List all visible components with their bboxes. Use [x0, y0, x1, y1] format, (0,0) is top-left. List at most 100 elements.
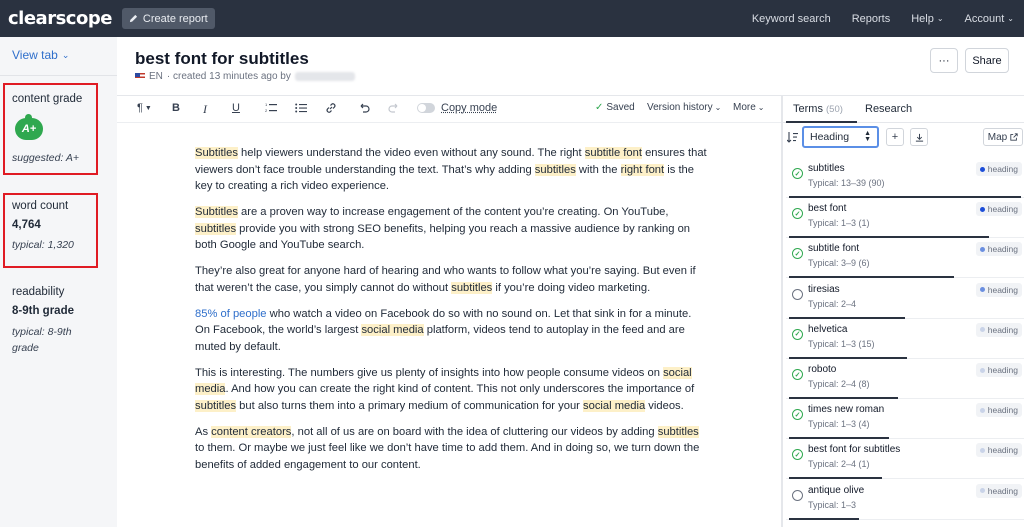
term-row[interactable]: ✓ subtitle font Typical: 3–9 (6) heading: [786, 238, 1024, 279]
highlighted-term: subtitles: [534, 163, 576, 176]
view-tab-label: View tab: [12, 48, 58, 62]
term-name: subtitle font: [808, 243, 860, 255]
highlighted-term: right font: [620, 163, 665, 176]
term-row[interactable]: antique olive Typical: 1–3 heading: [786, 480, 1024, 520]
sort-button[interactable]: [786, 130, 798, 148]
paragraph[interactable]: Subtitles help viewers understand the vi…: [195, 145, 707, 195]
term-name: subtitles: [808, 163, 845, 174]
text-run: but also turns them into a primary mediu…: [236, 399, 584, 412]
copy-mode-switch[interactable]: [417, 103, 435, 113]
tag-label: heading: [987, 244, 1018, 255]
tag-label: heading: [987, 485, 1018, 496]
text-run: As: [195, 425, 212, 438]
view-tab-toggle[interactable]: View tab ⌄: [12, 48, 69, 62]
readability-typical-line1: typical: 8-9th: [12, 326, 72, 338]
term-row[interactable]: ✓ helvetica Typical: 1–3 (15) heading: [786, 319, 1024, 359]
redo-icon: [388, 103, 398, 113]
sort-by-select[interactable]: Heading ▲ ▼: [802, 126, 879, 148]
saved-label: Saved: [606, 102, 635, 113]
paragraph[interactable]: Subtitles are a proven way to increase e…: [195, 204, 707, 254]
copy-mode-toggle[interactable]: Copy mode: [417, 102, 497, 114]
bullet-list-button[interactable]: [295, 102, 307, 114]
version-history-label: Version history: [647, 102, 713, 113]
link-button[interactable]: [325, 102, 337, 114]
term-row[interactable]: ✓ subtitles Typical: 13–39 (90) heading: [786, 158, 1024, 198]
empty-circle-icon: [792, 489, 803, 501]
tag-dot-icon: [979, 327, 985, 333]
tag-dot-icon: [979, 488, 985, 494]
tab-terms[interactable]: Terms (50): [793, 103, 843, 115]
term-tag: heading: [975, 322, 1022, 337]
ordered-list-icon: 12: [265, 102, 277, 113]
term-row[interactable]: tiresias Typical: 2–4 heading: [786, 279, 1024, 319]
paragraph[interactable]: This is interesting. The numbers give us…: [195, 365, 707, 415]
term-row[interactable]: ✓ best font for subtitles Typical: 2–4 (1)…: [786, 439, 1024, 480]
paragraph[interactable]: They’re also great for anyone hard of he…: [195, 263, 707, 296]
term-name: roboto: [808, 364, 837, 375]
nav-keyword-search[interactable]: Keyword search: [752, 13, 831, 25]
more-dropdown[interactable]: More ⌄: [733, 102, 765, 113]
inline-link[interactable]: 85% of people: [195, 308, 267, 320]
italic-button[interactable]: I: [203, 102, 207, 117]
nav-reports[interactable]: Reports: [852, 13, 891, 25]
paragraph-style-dropdown[interactable]: ¶ ▼: [137, 102, 152, 114]
document-title[interactable]: best font for subtitles: [135, 49, 309, 69]
highlighted-term: subtitles: [195, 399, 237, 412]
check-circle-icon: ✓: [792, 369, 803, 380]
highlighted-term: content creators: [211, 425, 292, 438]
metrics-sidebar: View tab ⌄ content grade A+ suggested: A…: [0, 37, 117, 527]
tab-terms-count: (50): [826, 104, 843, 115]
highlighted-term: subtitle font: [584, 147, 642, 159]
nav-account[interactable]: Account ⌄: [965, 13, 1014, 25]
term-typical: Typical: 13–39 (90): [808, 178, 885, 188]
document-header: best font for subtitles EN · created 13 …: [117, 37, 1024, 96]
document-body[interactable]: Subtitles help viewers understand the vi…: [195, 145, 707, 483]
text-run: provide you with strong SEO benefits, he…: [195, 222, 691, 252]
term-row[interactable]: ✓ best font Typical: 1–3 (1) heading: [786, 198, 1024, 239]
term-tag: heading: [975, 443, 1022, 458]
nav-help[interactable]: Help ⌄: [911, 13, 943, 25]
create-report-button[interactable]: Create report: [121, 8, 215, 29]
text-run: This is interesting. The numbers give us…: [195, 366, 664, 379]
tab-research[interactable]: Research: [865, 103, 912, 115]
highlighted-term: social media: [583, 399, 646, 412]
share-button[interactable]: Share: [965, 48, 1009, 73]
underline-button[interactable]: U: [232, 102, 240, 114]
version-history-dropdown[interactable]: Version history ⌄: [647, 102, 721, 113]
app-logo[interactable]: clearscope: [8, 8, 112, 29]
download-button[interactable]: [910, 128, 928, 146]
term-typical: Typical: 3–9 (6): [808, 258, 870, 269]
tab-terms-label: Terms: [793, 103, 823, 115]
ordered-list-button[interactable]: 12: [265, 102, 277, 114]
bullet-list-icon: [295, 103, 307, 113]
paragraph[interactable]: 85% of people who watch a video on Faceb…: [195, 306, 707, 356]
download-icon: [915, 133, 923, 142]
map-button[interactable]: Map: [983, 128, 1023, 146]
check-icon: ✓: [595, 102, 604, 113]
word-count-value: 4,764: [12, 219, 41, 231]
term-tag: heading: [975, 403, 1022, 418]
paragraph[interactable]: As content creators, not all of us are o…: [195, 424, 707, 474]
more-options-button[interactable]: ···: [930, 48, 958, 73]
copy-mode-label: Copy mode: [441, 102, 498, 114]
check-circle-icon: ✓: [792, 248, 803, 260]
term-tag: heading: [975, 242, 1022, 257]
editor-pane: ¶ ▼ B I U 12 Copy mode ✓ Saved Version h…: [117, 96, 782, 527]
term-typical: Typical: 1–3: [808, 499, 857, 510]
undo-button[interactable]: [358, 102, 370, 114]
bold-button[interactable]: B: [172, 102, 180, 114]
tag-label: heading: [987, 405, 1018, 416]
term-row[interactable]: ✓ roboto Typical: 2–4 (8) heading: [786, 359, 1024, 399]
term-row[interactable]: ✓ times new roman Typical: 1–3 (4) heading: [786, 399, 1024, 440]
tag-label: heading: [987, 365, 1018, 375]
undo-icon: [360, 103, 370, 113]
redo-button[interactable]: [388, 102, 400, 114]
add-term-button[interactable]: +: [886, 128, 904, 146]
document-created: · created 13 minutes ago by: [166, 71, 291, 82]
readability-typical-line2: grade: [12, 342, 39, 354]
sort-icon: [786, 132, 798, 143]
saved-status: ✓ Saved: [595, 102, 635, 113]
document-meta: EN · created 13 minutes ago by: [135, 71, 355, 82]
term-name: helvetica: [808, 323, 848, 335]
link-icon: [326, 103, 336, 113]
